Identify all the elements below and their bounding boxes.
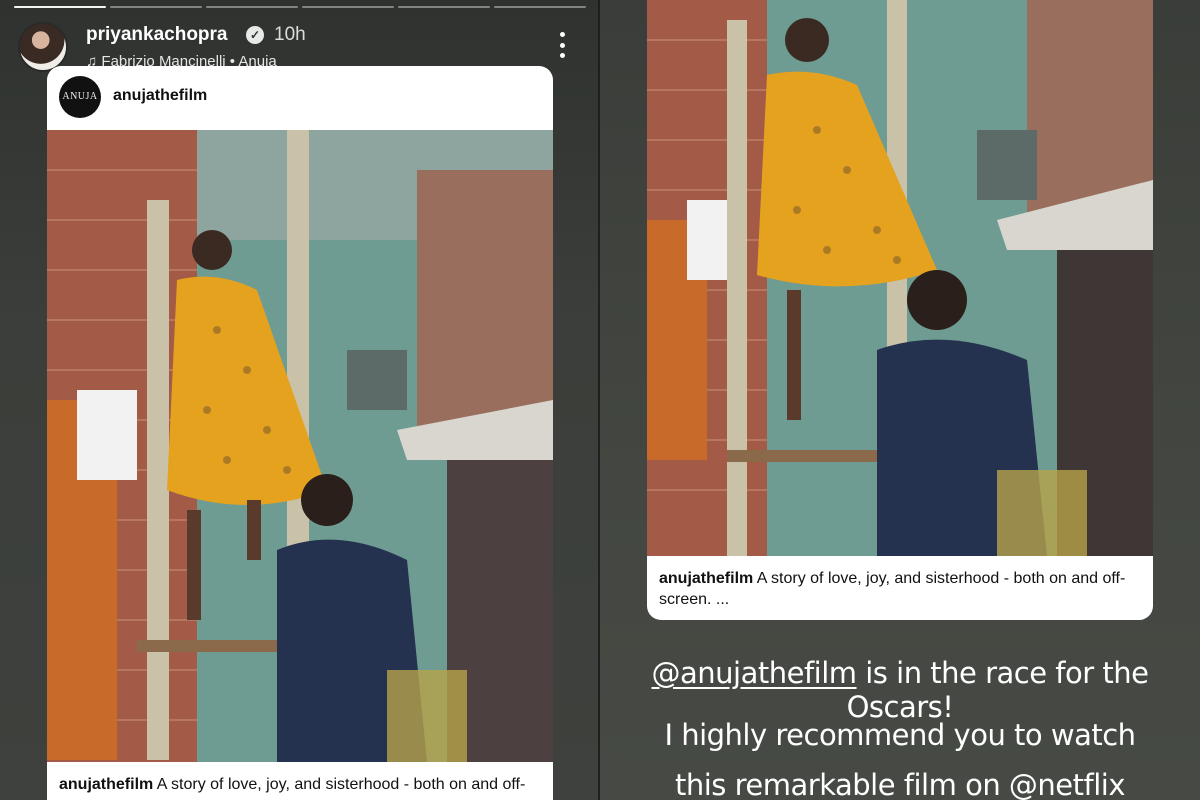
post-caption: anujathefilm A story of love, joy, and s… <box>59 774 545 800</box>
film-still-image <box>647 0 1153 556</box>
progress-segment <box>14 6 106 8</box>
progress-segment <box>206 6 298 8</box>
story-text-rest: is in the race for the Oscars! <box>846 656 1149 724</box>
story-text-line-3: this remarkable film on @netflix <box>675 768 1126 800</box>
mention-link[interactable]: @anujathefilm <box>652 656 858 690</box>
progress-segment <box>110 6 202 8</box>
progress-segment <box>398 6 490 8</box>
shared-post-card[interactable]: ANUJA anujathefilm anujathefilm A story … <box>47 66 553 800</box>
story-username[interactable]: priyankachopra <box>86 24 228 46</box>
film-still-image <box>47 130 553 762</box>
story-text-line-1: @anujathefilm is in the race for the Osc… <box>600 656 1200 724</box>
more-options-icon[interactable] <box>550 32 574 58</box>
post-account-name[interactable]: anujathefilm <box>113 87 207 105</box>
caption-username[interactable]: anujathefilm <box>659 570 753 587</box>
progress-segment <box>302 6 394 8</box>
caption-username[interactable]: anujathefilm <box>59 776 153 793</box>
post-photo <box>47 130 553 762</box>
story-timestamp: 10h <box>274 24 306 45</box>
story-panel-right: anujathefilm A story of love, joy, and s… <box>600 0 1200 800</box>
post-caption: anujathefilm A story of love, joy, and s… <box>659 568 1145 610</box>
post-header: ANUJA anujathefilm <box>47 66 553 130</box>
progress-segment <box>494 6 586 8</box>
story-panel-left: priyankachopra ✓ 10h ♫ Fabrizio Mancinel… <box>0 0 600 800</box>
story-text-line-2: I highly recommend you to watch <box>664 718 1136 752</box>
story-header: priyankachopra ✓ 10h ♫ Fabrizio Mancinel… <box>18 20 582 72</box>
account-logo[interactable]: ANUJA <box>59 76 101 118</box>
shared-post-card[interactable]: anujathefilm A story of love, joy, and s… <box>647 0 1153 620</box>
avatar[interactable] <box>18 22 68 72</box>
verified-icon: ✓ <box>246 26 264 44</box>
story-progress-bar <box>14 6 586 8</box>
post-photo <box>647 0 1153 556</box>
